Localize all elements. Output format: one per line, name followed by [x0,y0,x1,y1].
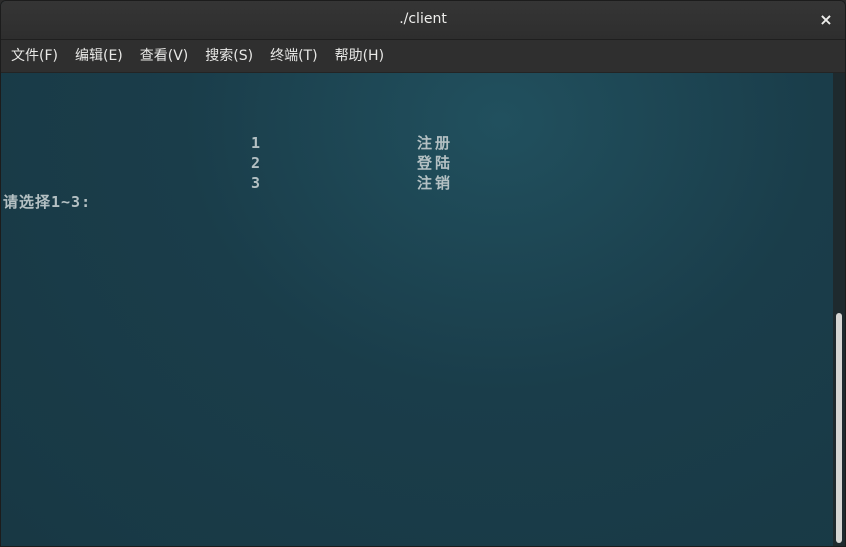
menu-file[interactable]: 文件(F) [5,40,64,73]
terminal-window: ./client × 文件(F) 编辑(E) 查看(V) 搜索(S) 终端(T)… [0,0,846,547]
close-button[interactable]: × [815,9,837,31]
menu-terminal[interactable]: 终端(T) [264,40,323,73]
window-title: ./client [399,11,447,27]
option-number-1: 1 [251,134,261,152]
scrollbar-thumb[interactable] [836,313,842,543]
terminal-output[interactable]: 1 注册 2 登陆 3 注销 请选择1~3: [1,73,833,546]
option-label-register: 注册 [417,134,454,152]
menu-search[interactable]: 搜索(S) [199,40,259,73]
title-bar[interactable]: ./client × [1,1,845,40]
menu-edit[interactable]: 编辑(E) [69,40,129,73]
input-prompt: 请选择1~3: [3,193,92,211]
option-number-2: 2 [251,154,261,172]
option-label-login: 登陆 [417,154,454,172]
menu-help[interactable]: 帮助(H) [329,40,390,73]
menu-view[interactable]: 查看(V) [134,40,195,73]
option-label-logout: 注销 [417,174,454,192]
option-number-3: 3 [251,174,261,192]
menu-bar: 文件(F) 编辑(E) 查看(V) 搜索(S) 终端(T) 帮助(H) [1,40,845,73]
